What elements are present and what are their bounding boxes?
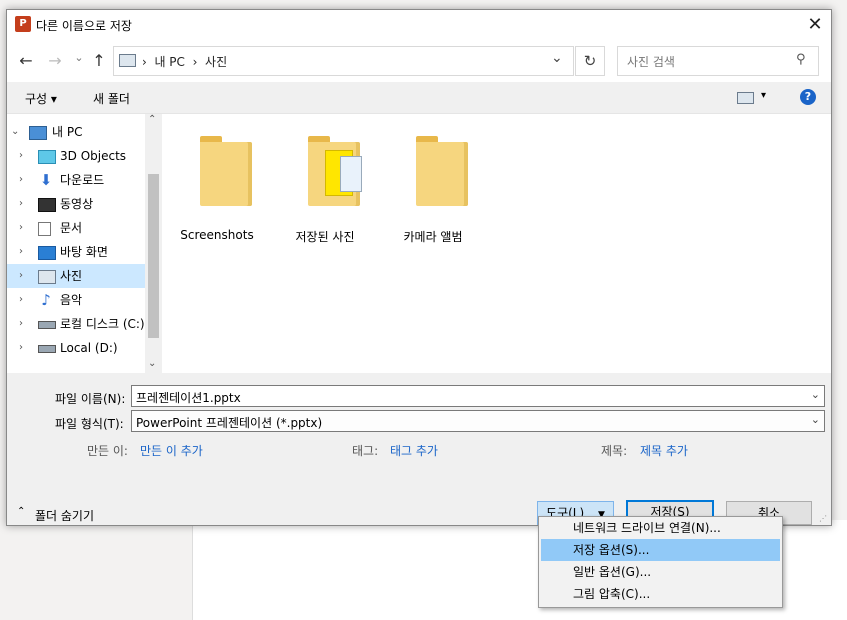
- dialog-title: 다른 이름으로 저장: [36, 19, 132, 33]
- tree-item-label: 사진: [60, 269, 83, 283]
- title-bar: P 다른 이름으로 저장 ✕: [7, 10, 831, 40]
- menu-item-save-options[interactable]: 저장 옵션(S)...: [541, 539, 780, 561]
- search-input[interactable]: 사진 검색: [627, 53, 675, 70]
- save-as-dialog: P 다른 이름으로 저장 ✕ ← → ⌄ ↑ › 내 PC › 사진 ⌄ ↻ 사…: [6, 9, 832, 526]
- drive-icon: [38, 321, 56, 329]
- collapsed-chevron-icon[interactable]: ›: [19, 216, 23, 240]
- collapsed-chevron-icon[interactable]: ›: [19, 144, 23, 168]
- tree-item-documents[interactable]: › 문서: [7, 216, 145, 240]
- filename-dropdown-icon[interactable]: ⌄: [811, 388, 820, 401]
- video-icon: [38, 198, 56, 212]
- download-icon: ⬇: [39, 171, 53, 189]
- tags-label: 태그:: [352, 444, 379, 458]
- hide-folders-button[interactable]: 폴더 숨기기: [35, 507, 94, 524]
- new-folder-button[interactable]: 새 폴더: [93, 90, 130, 107]
- add-author-link[interactable]: 만든 이 추가: [140, 442, 203, 459]
- view-icon[interactable]: [737, 92, 754, 104]
- close-icon[interactable]: ✕: [803, 13, 827, 37]
- collapsed-chevron-icon[interactable]: ›: [19, 288, 23, 312]
- tree-item-this-pc[interactable]: ⌄ 내 PC: [7, 120, 145, 144]
- forward-arrow-icon[interactable]: →: [45, 51, 65, 71]
- search-box[interactable]: 사진 검색 ⚲: [617, 46, 819, 76]
- folder-label: 카메라 앨범: [403, 230, 463, 244]
- tree-item-3d-objects[interactable]: › 3D Objects: [7, 144, 145, 168]
- collapsed-chevron-icon[interactable]: ›: [19, 168, 23, 192]
- tree-item-label: 3D Objects: [60, 149, 127, 163]
- powerpoint-icon: P: [15, 16, 31, 32]
- tree-item-drive-d[interactable]: › Local (D:): [7, 336, 145, 360]
- tree-item-label: 바탕 화면: [60, 245, 108, 259]
- tree-item-label: 다운로드: [60, 173, 105, 187]
- menu-item-compress-pictures[interactable]: 그림 압축(C)...: [541, 583, 780, 605]
- tree-item-videos[interactable]: › 동영상: [7, 192, 145, 216]
- tree-item-label: 내 PC: [52, 125, 83, 139]
- filetype-label: 파일 형식(T):: [55, 417, 124, 431]
- filename-label: 파일 이름(N):: [55, 392, 126, 406]
- tree-item-drive-c[interactable]: › 로컬 디스크 (C:): [7, 312, 145, 336]
- tree-item-pictures[interactable]: › 사진: [7, 264, 145, 288]
- breadcrumb-separator: ›: [142, 55, 147, 69]
- music-icon: ♪: [41, 291, 51, 309]
- author-label: 만든 이:: [87, 444, 128, 458]
- menu-item-map-network-drive[interactable]: 네트워크 드라이브 연결(N)...: [541, 517, 780, 539]
- filetype-value: PowerPoint 프레젠테이션 (*.pptx): [136, 416, 323, 430]
- breadcrumb-separator: ›: [192, 55, 198, 69]
- filetype-dropdown-icon[interactable]: ⌄: [811, 413, 820, 426]
- collapsed-chevron-icon[interactable]: ›: [19, 192, 23, 216]
- drive-icon: [38, 345, 56, 353]
- scroll-up-icon[interactable]: ⌃: [148, 114, 156, 125]
- tree-item-music[interactable]: › ♪ 음악: [7, 288, 145, 312]
- tree-item-label: Local (D:): [60, 341, 118, 355]
- collapsed-chevron-icon[interactable]: ›: [19, 312, 23, 336]
- back-arrow-icon[interactable]: ←: [16, 51, 36, 71]
- scroll-down-icon[interactable]: ⌄: [148, 358, 156, 369]
- breadcrumb: › 내 PC › 사진: [142, 53, 227, 70]
- search-icon[interactable]: ⚲: [796, 52, 806, 67]
- recent-locations-chevron-icon[interactable]: ⌄: [69, 48, 89, 68]
- cube-icon: [38, 150, 56, 164]
- tree-item-label: 로컬 디스크 (C:): [60, 317, 145, 331]
- navigation-pane: ⌄ 내 PC › 3D Objects › ⬇ 다운로드 › 동영상 › 문서 …: [7, 114, 145, 373]
- add-title-link[interactable]: 제목 추가: [640, 442, 688, 459]
- up-arrow-icon[interactable]: ↑: [89, 51, 109, 71]
- tree-item-downloads[interactable]: › ⬇ 다운로드: [7, 168, 145, 192]
- expanded-chevron-icon[interactable]: ⌄: [11, 120, 19, 144]
- filename-input[interactable]: 프레젠테이션1.pptx ⌄: [131, 385, 825, 407]
- filename-value: 프레젠테이션1.pptx: [136, 391, 241, 405]
- organize-button[interactable]: 구성 ▾: [25, 90, 57, 107]
- navigation-bar: ← → ⌄ ↑ › 내 PC › 사진 ⌄ ↻ 사진 검색 ⚲: [7, 40, 831, 82]
- view-dropdown-icon[interactable]: ▾: [761, 90, 766, 101]
- title-label: 제목:: [601, 444, 628, 458]
- menu-item-general-options[interactable]: 일반 옵션(G)...: [541, 561, 780, 583]
- tree-item-label: 동영상: [60, 197, 94, 211]
- address-dropdown-icon[interactable]: ⌄: [551, 50, 563, 66]
- pc-icon: [29, 126, 47, 140]
- save-form-area: 파일 이름(N): 프레젠테이션1.pptx ⌄ 파일 형식(T): Power…: [7, 374, 831, 526]
- help-icon[interactable]: ?: [800, 89, 816, 105]
- tree-item-label: 문서: [60, 221, 83, 235]
- command-bar: 구성 ▾ 새 폴더 ▾ ?: [7, 82, 831, 114]
- address-bar[interactable]: › 내 PC › 사진 ⌄: [113, 46, 574, 76]
- collapsed-chevron-icon[interactable]: ›: [19, 240, 23, 264]
- breadcrumb-pictures[interactable]: 사진: [205, 55, 227, 69]
- resize-grip-icon[interactable]: ⋰: [819, 514, 827, 523]
- tree-item-label: 음악: [60, 293, 83, 307]
- breadcrumb-this-pc[interactable]: 내 PC: [154, 55, 184, 69]
- pictures-location-icon: [119, 54, 136, 67]
- pictures-icon: [38, 270, 56, 284]
- file-list: Screenshots 저장된 사진 카메라 앨범: [162, 114, 831, 373]
- image-thumbnail-icon: [340, 156, 362, 192]
- tools-dropdown-menu: 네트워크 드라이브 연결(N)... 저장 옵션(S)... 일반 옵션(G).…: [538, 516, 783, 608]
- collapsed-chevron-icon[interactable]: ›: [19, 264, 23, 288]
- tree-item-desktop[interactable]: › 바탕 화면: [7, 240, 145, 264]
- desktop-icon: [38, 246, 56, 260]
- refresh-icon[interactable]: ↻: [575, 46, 605, 76]
- add-tags-link[interactable]: 태그 추가: [390, 442, 438, 459]
- collapsed-chevron-icon[interactable]: ›: [19, 336, 23, 360]
- document-icon: [38, 222, 51, 236]
- filetype-select[interactable]: PowerPoint 프레젠테이션 (*.pptx) ⌄: [131, 410, 825, 432]
- collapse-chevron-icon[interactable]: ⌃: [17, 506, 25, 517]
- navigation-scrollbar[interactable]: ⌃ ⌄: [145, 114, 162, 373]
- scrollbar-thumb[interactable]: [148, 174, 159, 338]
